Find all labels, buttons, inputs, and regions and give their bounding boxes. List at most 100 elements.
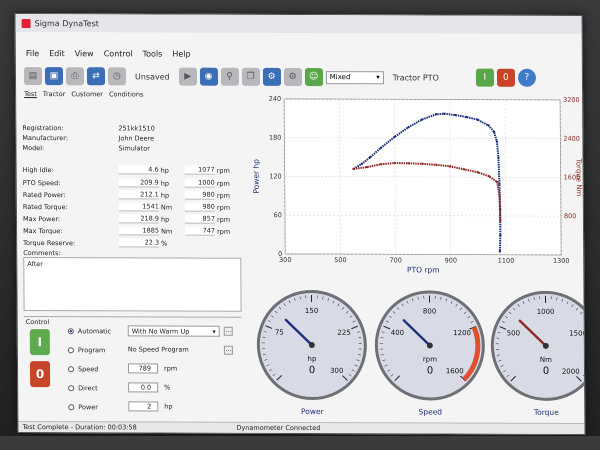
gauge-unit: Nm (540, 356, 552, 364)
power-unit: hp (164, 402, 173, 411)
speed-option[interactable]: Speed (68, 363, 98, 374)
help-button[interactable]: ? (517, 68, 536, 87)
result-label: Torque Reserve: (23, 238, 76, 247)
result-value: 22.3 (119, 238, 160, 248)
taskbar (0, 436, 600, 450)
y-right-axis-label: Torque Nm (575, 158, 583, 197)
result-value: 212.1 (118, 190, 159, 200)
speed-stepper[interactable]: 789 (127, 363, 159, 374)
chart-svg: 300 500 700 900 1100 130006012018024080016002… (252, 95, 583, 275)
automatic-option[interactable]: Automatic (67, 325, 111, 336)
connection-status: Dynamometer Connected (236, 423, 321, 433)
result-row: PTO Speed: 209.9 hp 1000 rpm (23, 177, 241, 189)
program-options-button[interactable]: ... (223, 345, 233, 355)
result-label: Rated Torque: (22, 202, 68, 211)
y-right-tick-label: 3200 (563, 96, 580, 104)
tab-customer[interactable]: Customer (71, 90, 103, 98)
result-row: Max Power: 218.9 hp 857 rpm (23, 213, 241, 225)
new-file-icon[interactable]: ▤ (23, 67, 43, 86)
y-axis-label: Power hp (252, 159, 261, 194)
direct-radio[interactable] (68, 384, 75, 391)
x-tick-label: 700 (389, 256, 401, 264)
photo-background: Sigma DynaTest File Edit View Control To… (0, 0, 600, 450)
gauges-svg: 75 150 225 300 hp 0 Power 400 800 1200 1600 rpm 0 Spe… (256, 290, 586, 417)
direct-stepper[interactable]: 0.0 (128, 382, 159, 393)
tab-test[interactable]: Test (24, 90, 37, 98)
save-icon[interactable]: ▣ (44, 67, 64, 86)
users-icon[interactable]: ☺ (304, 68, 323, 87)
result-value: 209.9 (118, 178, 159, 188)
gauge-value: 0 (309, 365, 315, 376)
result-unit: hp (160, 166, 169, 175)
gauge-title: Speed (419, 407, 443, 416)
automatic-options-button[interactable]: ... (223, 326, 233, 336)
speed-unit: rpm (163, 364, 178, 373)
gauge-tick (583, 316, 586, 319)
speed-radio[interactable] (68, 365, 75, 372)
print-icon[interactable]: ⎙ (65, 67, 85, 86)
menu-file[interactable]: File (26, 49, 39, 58)
result-rpm: 1077 (184, 165, 215, 175)
clock-icon[interactable]: ◷ (107, 67, 127, 86)
menu-tools[interactable]: Tools (143, 49, 163, 58)
menu-bar: File Edit View Control Tools Help (16, 46, 582, 62)
export-icon[interactable]: ⇄ (86, 67, 106, 86)
x-tick-label: 500 (334, 256, 346, 264)
menu-edit[interactable]: Edit (49, 49, 65, 58)
result-unit: Nm (160, 203, 173, 212)
program-select[interactable]: No Speed Program (128, 345, 189, 353)
title-bar: Sigma DynaTest (15, 14, 582, 34)
power-option[interactable]: Power (68, 401, 98, 412)
test-info-panel: Registration: 251kk1510 Manufacturer: Jo… (22, 102, 242, 313)
gauge-tick-label: 2000 (562, 368, 580, 376)
x-tick-label: 900 (445, 257, 457, 265)
y-tick-label: 120 (269, 172, 281, 180)
tab-conditions[interactable]: Conditions (109, 90, 143, 98)
result-rpm-unit: rpm (216, 191, 230, 200)
y-right-tick-label: 800 (564, 212, 576, 220)
automatic-radio[interactable] (67, 327, 74, 334)
stop-button[interactable]: 0 (496, 68, 515, 87)
gear-icon[interactable]: ⚙ (283, 67, 302, 87)
manufacturer-value: John Deere (118, 133, 155, 142)
menu-help[interactable]: Help (172, 49, 190, 58)
mode-select[interactable]: Mixed ▾ (325, 70, 384, 84)
result-rpm-unit: rpm (216, 166, 230, 175)
search-icon[interactable]: ⚲ (220, 67, 239, 86)
menu-control[interactable]: Control (104, 49, 133, 58)
model-row: Model: Simulator (22, 142, 240, 154)
y-tick-label: 180 (269, 134, 281, 142)
start-button[interactable]: I (475, 68, 494, 87)
registration-label: Registration: (22, 123, 64, 132)
registration-value: 251kk1510 (118, 123, 155, 132)
model-label: Model: (22, 143, 45, 152)
result-row: Rated Torque: 1541 Nm 980 rpm (23, 201, 241, 213)
gauge-tick-label: 150 (305, 307, 318, 315)
model-value: Simulator (118, 143, 150, 152)
program-radio[interactable] (67, 346, 74, 353)
toolbar: ▤ ▣ ⎙ ⇄ ◷ Unsaved ▶ ◉ ⚲ ❐ ⚙ ⚙ ☺ Mixed ▾ … (16, 64, 582, 90)
record-icon[interactable]: ◉ (199, 67, 218, 86)
result-value: 1885 (119, 226, 160, 236)
automatic-select-value: With No Warm Up (131, 326, 190, 336)
control-start-button[interactable]: I (29, 329, 50, 356)
program-option[interactable]: Program (67, 344, 106, 355)
gauge-tick-label: 300 (330, 367, 343, 375)
control-stop-button[interactable]: 0 (29, 361, 51, 388)
copy-icon[interactable]: ❐ (241, 67, 260, 86)
tab-tractor[interactable]: Tractor (43, 90, 66, 98)
result-label: Rated Power: (22, 190, 66, 199)
y-tick-label: 0 (278, 250, 282, 258)
gauge-tick-label: 1500 (569, 330, 584, 338)
comments-field[interactable]: After (23, 257, 242, 312)
menu-view[interactable]: View (75, 49, 94, 58)
gauge-panel: 75 150 225 300 hp 0 Power 400 800 1200 1600 rpm 0 Spe… (249, 283, 586, 424)
result-rpm-unit: rpm (216, 179, 230, 188)
direct-option[interactable]: Direct (68, 382, 98, 393)
play-icon[interactable]: ▶ (178, 67, 197, 86)
power-label: Power (78, 402, 98, 411)
automatic-select[interactable]: With No Warm Up ▾ (127, 325, 220, 337)
power-stepper[interactable]: 2 (128, 401, 159, 412)
power-radio[interactable] (68, 403, 75, 410)
settings-icon[interactable]: ⚙ (262, 67, 281, 86)
